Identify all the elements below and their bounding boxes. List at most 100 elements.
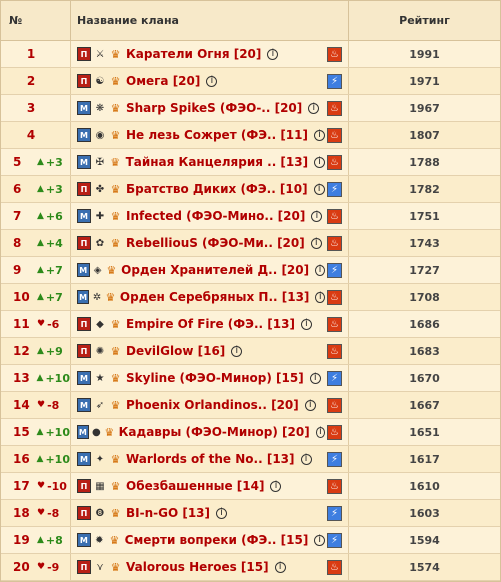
heart-down-icon: ♥ <box>37 481 46 491</box>
rank-change: ▲ +9 <box>37 345 63 358</box>
crown-icon: ♛ <box>110 155 121 169</box>
rank-cell: 17 ♥ -10 <box>1 473 71 499</box>
rank-position: 2 <box>26 74 36 88</box>
rank-change-value: -9 <box>47 560 60 574</box>
crown-icon: ♛ <box>110 452 121 466</box>
info-icon[interactable]: i <box>314 534 325 546</box>
lightning-element-icon: ⚡ <box>327 262 342 278</box>
table-row: 9 ▲ +7 М ◈ ♛ Орден Хранителей Д.. [20] i ⚡ 1727 <box>1 257 500 284</box>
rank-cell: 10 ▲ +7 <box>1 284 71 310</box>
clan-cell: М ✚ ♛ Infected (ФЭО-Мино.. [20] i ♨ <box>71 203 349 229</box>
clan-name-link[interactable]: Не лезь Сожрет (ФЭ.. [11] <box>126 128 308 142</box>
clan-name-link[interactable]: Тайная Канцелярия .. [13] <box>126 155 309 169</box>
info-icon[interactable]: i <box>308 102 320 114</box>
clan-name-link[interactable]: Warlords of the No.. [13] <box>126 452 295 466</box>
rank-position: 15 <box>13 425 30 439</box>
clan-name-link[interactable]: Орден Серебряных П.. [13] <box>120 290 310 304</box>
clan-name-link[interactable]: Обезбашенные [14] <box>126 479 264 493</box>
rank-cell: 15 ▲ +10 <box>1 419 71 445</box>
info-icon[interactable]: i <box>300 318 312 330</box>
info-icon[interactable]: i <box>313 183 325 195</box>
clan-cell: П ❽ ♛ BI-n-GO [13] i ⚡ <box>71 500 349 526</box>
alignment-icon: П <box>77 74 91 88</box>
rank-change-value: +10 <box>45 425 70 439</box>
fire-element-icon: ♨ <box>327 289 343 305</box>
crown-icon: ♛ <box>110 209 121 223</box>
clan-name-link[interactable]: Sharp SpikeS (ФЭО-.. [20] <box>126 101 302 115</box>
clan-name-link[interactable]: BI-n-GO [13] <box>126 506 210 520</box>
clan-rating-table: № Название клана Рейтинг 1 П ⚔ ♛ Каратели Ог… <box>0 0 501 582</box>
clan-name-link[interactable]: Омега [20] <box>126 74 200 88</box>
rank-change-value: -8 <box>47 506 60 520</box>
info-icon[interactable]: i <box>274 561 286 573</box>
arrow-up-icon: ▲ <box>37 211 44 221</box>
rank-change-value: +9 <box>45 344 63 358</box>
info-icon[interactable]: i <box>304 399 316 411</box>
info-icon[interactable]: i <box>315 426 325 438</box>
crown-icon: ♛ <box>110 506 121 520</box>
info-icon[interactable]: i <box>270 480 282 492</box>
info-icon[interactable]: i <box>267 48 279 60</box>
alignment-icon: М <box>77 101 91 115</box>
info-icon[interactable]: i <box>206 75 218 87</box>
info-icon[interactable]: i <box>309 372 321 384</box>
crown-icon: ♛ <box>110 101 121 115</box>
crown-icon: ♛ <box>110 128 121 142</box>
rating-cell: 1782 <box>409 182 440 196</box>
rank-change: ▲ +8 <box>37 534 63 547</box>
info-icon[interactable]: i <box>231 345 243 357</box>
clan-emblem-icon: ✦ <box>95 453 105 465</box>
rank-position: 4 <box>26 128 36 142</box>
lightning-element-icon: ⚡ <box>327 181 342 197</box>
info-icon[interactable]: i <box>300 453 312 465</box>
clan-name-link[interactable]: Phoenix Orlandinos.. [20] <box>126 398 299 412</box>
arrow-up-icon: ▲ <box>37 157 44 167</box>
element-wrap: ⚡ <box>327 262 342 278</box>
fire-element-icon: ♨ <box>327 424 342 440</box>
info-icon[interactable]: i <box>315 264 325 276</box>
clan-name-link[interactable]: Кадавры (ФЭО-Минор) [20] <box>119 425 310 439</box>
arrow-up-icon: ▲ <box>37 292 44 302</box>
crown-icon: ♛ <box>110 317 121 331</box>
crown-icon: ♛ <box>110 560 121 574</box>
clan-emblem-icon: ✲ <box>92 291 102 303</box>
clan-name-link[interactable]: Empire Of Fire (ФЭ.. [13] <box>126 317 295 331</box>
info-icon[interactable]: i <box>311 210 323 222</box>
lightning-element-icon: ⚡ <box>327 505 342 521</box>
rating-cell: 1751 <box>409 209 440 223</box>
clan-emblem-icon: ☯ <box>95 75 105 87</box>
arrow-up-icon: ▲ <box>36 427 44 437</box>
table-row: 3 М ❋ ♛ Sharp SpikeS (ФЭО-.. [20] i ♨ 1967 <box>1 95 500 122</box>
rank-cell: 6 ▲ +3 <box>1 176 71 202</box>
clan-name-link[interactable]: Valorous Heroes [15] <box>126 560 269 574</box>
arrow-up-icon: ▲ <box>37 238 44 248</box>
alignment-icon: П <box>77 560 91 574</box>
fire-element-icon: ♨ <box>327 127 342 143</box>
rank-position: 19 <box>13 533 30 547</box>
arrow-up-icon: ▲ <box>36 454 44 464</box>
clan-name-link[interactable]: Каратели Огня [20] <box>126 47 261 61</box>
element-wrap: ⚡ <box>327 532 342 548</box>
table-row: 15 ▲ +10 М ● ♛ Кадавры (ФЭО-Минор) [20] i ♨ 1651 <box>1 419 500 446</box>
info-icon[interactable]: i <box>314 129 325 141</box>
info-icon[interactable]: i <box>315 291 326 303</box>
lightning-element-icon: ⚡ <box>327 73 342 89</box>
clan-name-link[interactable]: Смерти вопреки (ФЭ.. [15] <box>125 533 309 547</box>
clan-emblem-icon: ● <box>92 426 101 438</box>
element-wrap: ♨ <box>327 289 343 305</box>
info-icon[interactable]: i <box>310 237 322 249</box>
clan-name-link[interactable]: RebelliouS (ФЭО-Ми.. [20] <box>126 236 305 250</box>
clan-name-link[interactable]: Skyline (ФЭО-Минор) [15] <box>126 371 304 385</box>
clan-name-link[interactable]: Infected (ФЭО-Мино.. [20] <box>126 209 305 223</box>
rank-change: ♥ -8 <box>37 399 59 412</box>
info-icon[interactable]: i <box>216 507 228 519</box>
alignment-icon: П <box>77 317 91 331</box>
clan-name-link[interactable]: Братство Диких (ФЭ.. [10] <box>126 182 308 196</box>
clan-name-link[interactable]: Орден Хранителей Д.. [20] <box>121 263 309 277</box>
clan-name-link[interactable]: DevilGlow [16] <box>126 344 225 358</box>
element-wrap: ⚡ <box>327 451 342 467</box>
rank-cell: 16 ▲ +10 <box>1 446 71 472</box>
info-icon[interactable]: i <box>314 156 325 168</box>
rating-cell: 1610 <box>409 479 440 493</box>
table-row: 17 ♥ -10 П ▦ ♛ Обезбашенные [14] i ♨ 1610 <box>1 473 500 500</box>
